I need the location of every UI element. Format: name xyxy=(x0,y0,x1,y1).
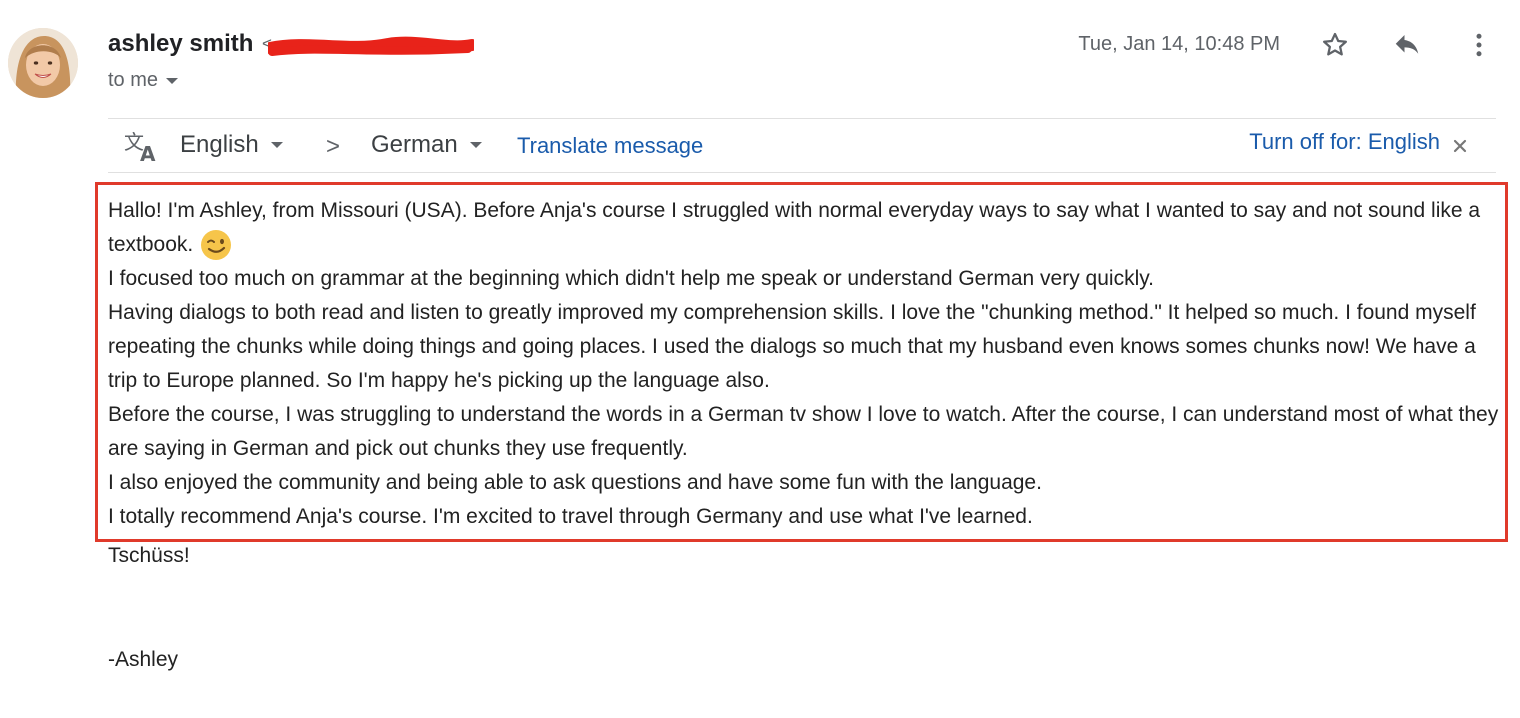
turn-off-translation-link[interactable]: Turn off for: English xyxy=(1249,129,1440,155)
message-closing: Tschüss! xyxy=(108,544,190,567)
message-paragraph: I also enjoyed the community and being a… xyxy=(108,471,1042,495)
target-language-label: German xyxy=(371,131,458,158)
message-paragraph: Before the course, I was struggling to u… xyxy=(108,403,1499,461)
message-paragraph: I focused too much on grammar at the beg… xyxy=(108,267,1155,291)
target-language-select[interactable]: German xyxy=(371,131,482,159)
chevron-down-icon xyxy=(166,77,179,84)
sender-name[interactable]: ashley smith xyxy=(108,30,253,58)
message-date: Tue, Jan 14, 10:48 PM xyxy=(1078,33,1280,55)
chevron-down-icon xyxy=(270,142,283,148)
recipient-dropdown[interactable]: to me xyxy=(108,69,179,92)
close-icon[interactable] xyxy=(1448,134,1472,158)
source-language-label: English xyxy=(180,131,259,158)
winking-face-icon xyxy=(201,230,232,261)
language-arrow: > xyxy=(326,133,341,160)
chevron-down-icon xyxy=(469,142,482,148)
message-signature: -Ashley xyxy=(108,648,179,671)
more-vert-icon[interactable] xyxy=(1462,28,1496,62)
message-paragraph: Hallo! I'm Ashley, from Missouri (USA). … xyxy=(108,194,1503,262)
translate-message-link[interactable]: Translate message xyxy=(517,133,703,159)
star-icon[interactable] xyxy=(1318,28,1352,62)
translate-bar-divider-top xyxy=(108,118,1496,119)
message-body: Hallo! I'm Ashley, from Missouri (USA). … xyxy=(108,194,1503,534)
recipient-label: to me xyxy=(108,69,159,91)
translate-icon: 文 A xyxy=(124,129,162,166)
message-paragraph: Having dialogs to both read and listen t… xyxy=(108,301,1476,393)
avatar[interactable] xyxy=(8,28,78,98)
source-language-select[interactable]: English xyxy=(180,131,283,159)
message-paragraph: I totally recommend Anja's course. I'm e… xyxy=(108,505,1033,529)
svg-text:A: A xyxy=(140,142,156,163)
translate-bar-divider-bottom xyxy=(108,172,1496,173)
redaction-mark xyxy=(268,36,474,56)
reply-icon[interactable] xyxy=(1390,28,1424,62)
